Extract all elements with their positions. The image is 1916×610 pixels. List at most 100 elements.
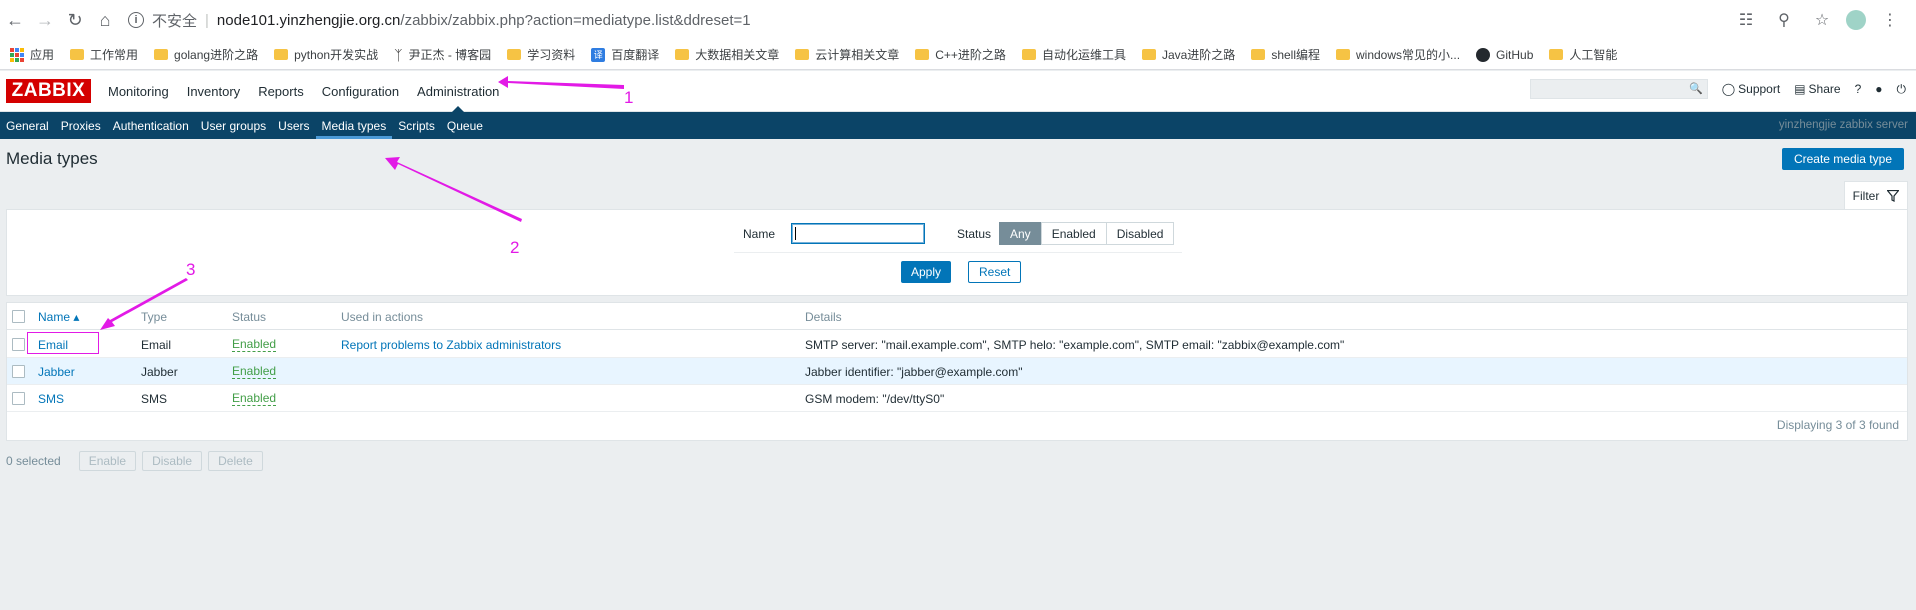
forward-icon[interactable]: → — [30, 5, 60, 35]
filter-tab[interactable]: Filter — [1844, 181, 1908, 210]
bookmark-folder[interactable]: windows常见的小... — [1336, 46, 1460, 63]
bookmark-folder[interactable]: 工作常用 — [70, 46, 138, 63]
bookmark-folder[interactable]: 学习资料 — [507, 46, 575, 63]
folder-icon — [1141, 49, 1156, 60]
filter-panel: Name Status Any Enabled Disabled Apply R… — [6, 209, 1908, 296]
media-status-toggle[interactable]: Enabled — [232, 358, 277, 385]
selected-count: 0 selected — [6, 454, 61, 468]
table-row: Email Email Enabled Report problems to Z… — [7, 331, 1907, 358]
url-host: node101.yinzhengjie.org.cn — [216, 11, 401, 29]
reload-icon[interactable]: ↻ — [60, 5, 90, 35]
status-disabled-option[interactable]: Disabled — [1105, 222, 1175, 245]
used-in-action-link[interactable]: Report problems to Zabbix administrators — [341, 331, 561, 358]
bookmark-folder[interactable]: Java进阶之路 — [1141, 46, 1235, 63]
nav-configuration[interactable]: Configuration — [313, 71, 408, 111]
create-media-type-button[interactable]: Create media type — [1781, 148, 1904, 170]
folder-icon — [507, 49, 522, 60]
bookmark-blog[interactable]: ᛉ 尹正杰 - 博客园 — [394, 46, 491, 63]
nav-administration[interactable]: Administration — [408, 71, 508, 112]
folder-icon — [274, 49, 289, 60]
folder-icon — [795, 49, 810, 60]
media-status-toggle[interactable]: Enabled — [232, 385, 277, 412]
translate-icon[interactable]: ☷ — [1732, 5, 1760, 35]
server-name: yinzhengjie zabbix server — [1778, 119, 1908, 131]
nav-reports[interactable]: Reports — [249, 71, 313, 111]
nav-monitoring[interactable]: Monitoring — [99, 71, 178, 111]
share-icon: ▤ — [1794, 82, 1806, 96]
bookmark-folder[interactable]: python开发实战 — [274, 46, 378, 63]
folder-icon — [915, 49, 930, 60]
filter-name-label: Name — [743, 227, 776, 241]
tab-scripts[interactable]: Scripts — [392, 112, 441, 139]
user-profile-icon[interactable]: ● — [1875, 82, 1882, 96]
bookmark-folder[interactable]: 大数据相关文章 — [675, 46, 779, 63]
tab-authentication[interactable]: Authentication — [107, 112, 195, 139]
zoom-icon[interactable]: ⚲ — [1770, 5, 1798, 35]
bookmark-folder[interactable]: 云计算相关文章 — [795, 46, 899, 63]
bookmark-apps[interactable]: 应用 — [10, 46, 54, 63]
disable-button[interactable]: Disable — [142, 451, 203, 471]
select-all-cell — [12, 303, 25, 330]
menu-icon[interactable]: ⋮ — [1876, 5, 1904, 35]
reset-button[interactable]: Reset — [968, 261, 1022, 283]
bookmark-folder[interactable]: shell编程 — [1251, 46, 1320, 63]
tab-general[interactable]: General — [0, 112, 55, 139]
share-link[interactable]: ▤ Share — [1794, 82, 1840, 96]
info-icon[interactable]: i — [128, 12, 144, 28]
filter-icon — [1887, 190, 1900, 202]
media-details-cell: GSM modem: "/dev/ttyS0" — [805, 391, 945, 406]
media-name-link[interactable]: SMS — [38, 385, 64, 412]
tab-user-groups[interactable]: User groups — [195, 112, 272, 139]
tab-queue[interactable]: Queue — [441, 112, 489, 139]
media-type-cell: SMS — [141, 391, 168, 406]
bookmark-translate[interactable]: 译百度翻译 — [591, 46, 659, 63]
row-checkbox[interactable] — [12, 365, 25, 378]
main-nav: Monitoring Inventory Reports Configurati… — [99, 71, 508, 112]
url-path: /zabbix/zabbix.php?action=mediatype.list… — [400, 11, 751, 29]
tab-users[interactable]: Users — [272, 112, 315, 139]
zabbix-header: ZABBIX Monitoring Inventory Reports Conf… — [0, 71, 1916, 112]
bookmarks-bar: 应用 工作常用 golang进阶之路 python开发实战 ᛉ 尹正杰 - 博客园… — [0, 40, 1916, 70]
bookmark-github[interactable]: GitHub — [1476, 47, 1533, 62]
support-link[interactable]: ◯ Support — [1722, 82, 1780, 96]
sign-out-icon[interactable]: ⏻ — [1897, 82, 1907, 97]
filter-name-input[interactable] — [791, 223, 925, 244]
bookmark-folder[interactable]: 自动化运维工具 — [1021, 46, 1126, 63]
annotation-highlight-box — [27, 332, 99, 354]
profile-avatar[interactable] — [1846, 10, 1866, 30]
table-header-row: Name ▴ Type Status Used in actions Detai… — [7, 303, 1907, 330]
folder-icon — [154, 49, 169, 60]
column-header-name[interactable]: Name ▴ — [38, 303, 79, 330]
bookmark-folder[interactable]: 人工智能 — [1549, 46, 1617, 63]
help-link[interactable]: ? — [1855, 82, 1862, 96]
apply-button[interactable]: Apply — [901, 261, 952, 283]
bookmark-folder[interactable]: C++进阶之路 — [915, 46, 1006, 63]
column-header-status[interactable]: Status — [232, 303, 266, 330]
row-checkbox[interactable] — [12, 392, 25, 405]
tab-media-types[interactable]: Media types — [315, 112, 393, 139]
back-icon[interactable]: ← — [0, 5, 30, 35]
annotation-label-2: 2 — [510, 238, 520, 257]
tab-proxies[interactable]: Proxies — [55, 112, 107, 139]
status-any-option[interactable]: Any — [999, 222, 1042, 245]
bookmark-folder[interactable]: golang进阶之路 — [154, 46, 258, 63]
row-checkbox-cell — [12, 358, 25, 385]
nav-inventory[interactable]: Inventory — [178, 71, 249, 111]
column-header-details: Details — [805, 309, 842, 324]
zabbix-logo[interactable]: ZABBIX — [6, 79, 91, 103]
delete-button[interactable]: Delete — [208, 451, 263, 471]
media-status-toggle[interactable]: Enabled — [232, 331, 277, 358]
home-icon[interactable]: ⌂ — [90, 5, 120, 35]
select-all-checkbox[interactable] — [12, 310, 25, 323]
address-bar[interactable]: i 不安全 | node101.yinzhengjie.org.cn /zabb… — [128, 5, 751, 35]
bulk-actions: 0 selected Enable Disable Delete — [6, 451, 263, 471]
star-icon[interactable]: ☆ — [1808, 5, 1836, 35]
column-header-type[interactable]: Type — [141, 303, 167, 330]
table-footer-count: Displaying 3 of 3 found — [1776, 418, 1899, 432]
media-name-link[interactable]: Jabber — [38, 358, 75, 385]
row-checkbox[interactable] — [12, 338, 25, 351]
search-icon[interactable]: 🔍 — [1689, 82, 1703, 95]
status-enabled-option[interactable]: Enabled — [1040, 222, 1107, 245]
enable-button[interactable]: Enable — [78, 451, 137, 471]
global-search-input[interactable]: 🔍 — [1529, 79, 1708, 99]
